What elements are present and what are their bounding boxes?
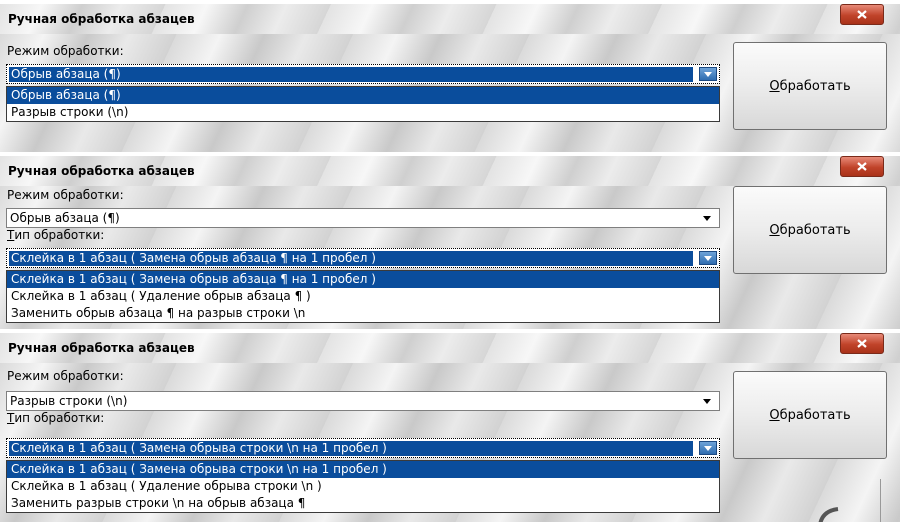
mode-value: Разрыв строки (\n) xyxy=(10,394,128,408)
type-value: Склейка в 1 абзац ( Замена обрыва строки… xyxy=(9,441,693,456)
type-dropdown[interactable]: Склейка в 1 абзац ( Замена обрыв абзаца … xyxy=(6,248,720,268)
chevron-down-icon xyxy=(703,399,711,404)
dialog-window-1: Ручная обработка абзацев Режим обработки… xyxy=(0,0,900,152)
type-option[interactable]: Склейка в 1 абзац ( Удаление обрыва стро… xyxy=(7,478,719,495)
title-bar[interactable]: Ручная обработка абзацев xyxy=(0,4,900,34)
mode-option[interactable]: Разрыв строки (\n) xyxy=(7,104,719,121)
type-dropdown-arrow[interactable] xyxy=(699,441,717,455)
chevron-down-icon xyxy=(704,71,712,77)
mode-label: Режим обработки: xyxy=(7,369,124,383)
type-dropdown-arrow[interactable] xyxy=(699,251,717,265)
process-button[interactable]: Обработать xyxy=(733,186,887,274)
close-button[interactable] xyxy=(840,4,884,25)
type-options-list: Склейка в 1 абзац ( Замена обрыв абзаца … xyxy=(6,270,720,323)
window-title: Ручная обработка абзацев xyxy=(8,12,195,26)
type-option[interactable]: Склейка в 1 абзац ( Замена обрыва строки… xyxy=(7,461,719,478)
corner-decoration xyxy=(818,507,839,522)
title-bar[interactable]: Ручная обработка абзацев xyxy=(0,333,900,363)
type-option[interactable]: Заменить разрыв строки \n на обрыв абзац… xyxy=(7,495,719,512)
type-dropdown[interactable]: Склейка в 1 абзац ( Замена обрыва строки… xyxy=(6,438,720,458)
mode-dropdown[interactable]: Обрыв абзаца (¶) xyxy=(6,64,720,84)
mode-value: Обрыв абзаца (¶) xyxy=(10,211,120,225)
mode-dropdown-arrow[interactable] xyxy=(699,212,715,225)
mode-options-list: Обрыв абзаца (¶) Разрыв строки (\n) xyxy=(6,86,720,122)
window-title: Ручная обработка абзацев xyxy=(8,164,195,178)
mode-label: Режим обработки: xyxy=(7,188,124,202)
type-label: Тип обработки: xyxy=(7,411,105,425)
dialog-body: Режим обработки: Обрыв абзаца (¶) Обрыв … xyxy=(0,34,900,152)
close-icon xyxy=(857,10,867,19)
chevron-down-icon xyxy=(704,445,712,451)
process-button[interactable]: Обработать xyxy=(733,42,887,130)
process-button[interactable]: Обработать xyxy=(733,371,887,459)
title-bar[interactable]: Ручная обработка абзацев xyxy=(0,156,900,186)
type-option[interactable]: Склейка в 1 абзац ( Удаление обрыв абзац… xyxy=(7,288,719,305)
type-option[interactable]: Заменить обрыв абзаца ¶ на разрыв строки… xyxy=(7,305,719,322)
type-option[interactable]: Склейка в 1 абзац ( Замена обрыв абзаца … xyxy=(7,271,719,288)
type-value: Склейка в 1 абзац ( Замена обрыв абзаца … xyxy=(9,251,693,266)
dialog-window-2: Ручная обработка абзацев Режим обработки… xyxy=(0,152,900,329)
type-options-list: Склейка в 1 абзац ( Замена обрыва строки… xyxy=(6,460,720,513)
mode-dropdown[interactable]: Обрыв абзаца (¶) xyxy=(6,208,720,228)
mode-label: Режим обработки: xyxy=(7,44,124,58)
chevron-down-icon xyxy=(703,216,711,221)
mode-dropdown-arrow[interactable] xyxy=(699,67,717,81)
mode-option[interactable]: Обрыв абзаца (¶) xyxy=(7,87,719,104)
close-icon xyxy=(857,162,867,171)
dialog-body: Режим обработки: Обрыв абзаца (¶) Тип об… xyxy=(0,186,900,329)
close-button[interactable] xyxy=(840,333,884,354)
dialog-body: Режим обработки: Разрыв строки (\n) Тип … xyxy=(0,363,900,522)
dialog-window-3: Ручная обработка абзацев Режим обработки… xyxy=(0,329,900,522)
mode-dropdown-arrow[interactable] xyxy=(699,395,715,408)
type-label: Тип обработки: xyxy=(7,228,105,242)
chevron-down-icon xyxy=(704,255,712,261)
divider xyxy=(880,479,881,522)
mode-dropdown[interactable]: Разрыв строки (\n) xyxy=(6,391,720,411)
close-button[interactable] xyxy=(840,156,884,177)
mode-value: Обрыв абзаца (¶) xyxy=(9,67,693,82)
window-title: Ручная обработка абзацев xyxy=(8,341,195,355)
close-icon xyxy=(857,339,867,348)
